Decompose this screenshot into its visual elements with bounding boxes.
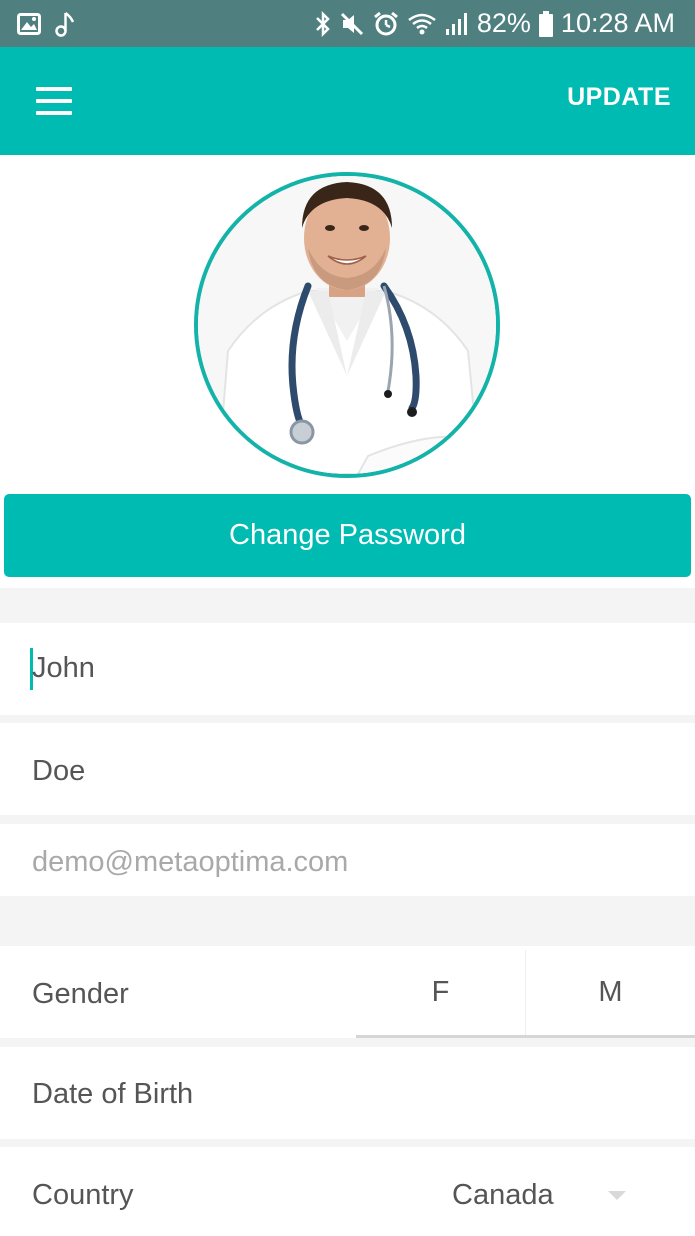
hamburger-menu-icon[interactable] (36, 87, 72, 115)
country-label: Country (32, 1179, 134, 1211)
last-name-field[interactable]: Doe (0, 723, 695, 815)
battery-percent: 82% (476, 8, 531, 38)
app-bar: UPDATE (0, 47, 695, 155)
clock-time: 10:28 AM (560, 8, 675, 38)
first-name-value: John (32, 652, 95, 684)
country-field[interactable]: Country Canada (0, 1147, 695, 1236)
last-name-value: Doe (32, 755, 86, 787)
date-of-birth-label: Date of Birth (32, 1078, 194, 1110)
email-field[interactable]: demo@metaoptima.com (0, 824, 695, 896)
gender-option-female[interactable]: F (356, 950, 525, 1035)
signal-icon (445, 12, 469, 36)
gender-option-male[interactable]: M (525, 950, 695, 1035)
bluetooth-icon (315, 10, 331, 37)
music-note-icon (55, 11, 75, 37)
email-placeholder: demo@metaoptima.com (32, 846, 349, 878)
profile-avatar[interactable] (194, 172, 500, 478)
mute-icon (339, 11, 365, 37)
profile-section: Change Password (0, 155, 695, 588)
change-password-button[interactable]: Change Password (4, 494, 691, 577)
status-bar: 82% 10:28 AM (0, 0, 695, 47)
gender-label: Gender (32, 978, 129, 1010)
battery-icon (538, 10, 553, 37)
gender-toggle: F M (356, 950, 695, 1038)
image-icon (17, 12, 41, 35)
alarm-icon (373, 11, 399, 37)
doctor-photo (198, 176, 496, 474)
update-button[interactable]: UPDATE (567, 83, 671, 112)
gender-row: Gender F M (0, 946, 695, 1038)
country-select-value[interactable]: Canada (452, 1179, 554, 1212)
date-of-birth-field[interactable]: Date of Birth (0, 1047, 695, 1139)
wifi-icon (407, 12, 437, 36)
first-name-field[interactable]: John (0, 623, 695, 715)
dropdown-arrow-icon[interactable] (608, 1191, 626, 1200)
